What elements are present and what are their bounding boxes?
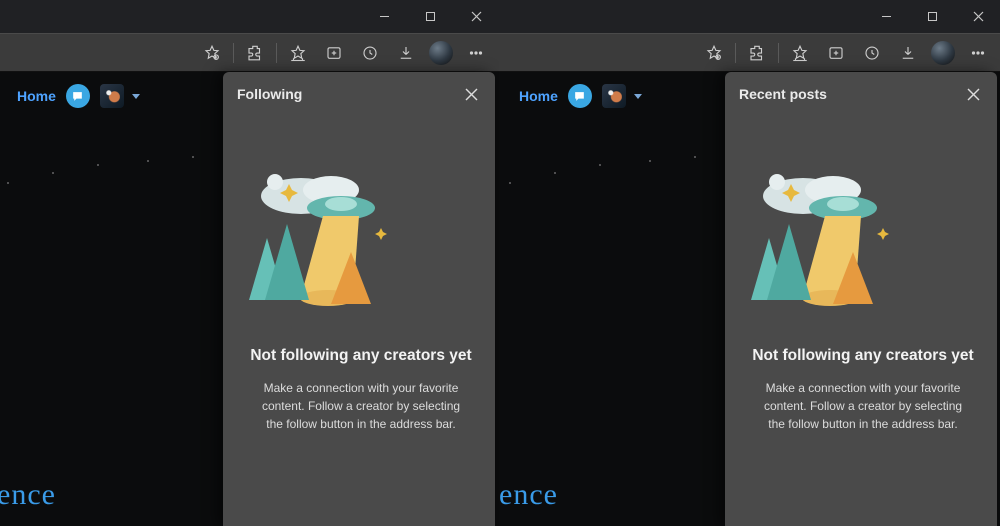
profile-avatar[interactable] — [429, 41, 453, 65]
empty-state-illustration — [733, 168, 903, 318]
browser-window: Home ence Recent posts — [499, 0, 1000, 526]
close-window-button[interactable] — [453, 0, 499, 33]
page-nav: Home — [519, 84, 642, 108]
page-content: Home ence Recent posts — [499, 72, 1000, 526]
panel-close-button[interactable] — [963, 84, 983, 104]
empty-state-title: Not following any creators yet — [751, 347, 975, 365]
empty-state-body: Make a connection with your favorite con… — [253, 379, 469, 433]
maximize-button[interactable] — [407, 0, 453, 33]
home-link[interactable]: Home — [519, 88, 558, 104]
window-titlebar — [499, 0, 1000, 33]
panel-body: Not following any creators yet Make a co… — [231, 116, 491, 526]
panel-title: Recent posts — [739, 86, 827, 102]
panel-close-button[interactable] — [461, 84, 481, 104]
browser-toolbar — [0, 33, 499, 72]
browser-toolbar — [499, 33, 1000, 72]
more-icon[interactable] — [459, 37, 493, 69]
toolbar-separator — [735, 43, 736, 63]
user-avatar[interactable] — [602, 84, 626, 108]
favorites-icon[interactable] — [783, 37, 817, 69]
window-titlebar — [0, 0, 499, 33]
collections-icon[interactable] — [317, 37, 351, 69]
sidebar-panel: Recent posts — [725, 72, 997, 526]
extensions-icon[interactable] — [740, 37, 774, 69]
background-decoration — [499, 152, 719, 212]
history-icon[interactable] — [353, 37, 387, 69]
downloads-icon[interactable] — [891, 37, 925, 69]
empty-state-body: Make a connection with your favorite con… — [755, 379, 971, 433]
empty-state-illustration — [231, 168, 401, 318]
panel-body: Not following any creators yet Make a co… — [733, 116, 993, 526]
sidebar-panel: Following — [223, 72, 495, 526]
chevron-down-icon[interactable] — [132, 94, 140, 99]
chat-icon[interactable] — [66, 84, 90, 108]
collections-icon[interactable] — [819, 37, 853, 69]
more-icon[interactable] — [961, 37, 995, 69]
page-nav: Home — [17, 84, 140, 108]
toolbar-separator — [233, 43, 234, 63]
panel-header: Following — [223, 72, 495, 116]
user-avatar[interactable] — [100, 84, 124, 108]
page-title-fragment: ence — [499, 478, 558, 512]
chat-icon[interactable] — [568, 84, 592, 108]
background-decoration — [0, 152, 217, 212]
minimize-button[interactable] — [863, 0, 909, 33]
downloads-icon[interactable] — [389, 37, 423, 69]
profile-avatar[interactable] — [931, 41, 955, 65]
minimize-button[interactable] — [361, 0, 407, 33]
page-title-fragment: ence — [0, 478, 56, 512]
empty-state-title: Not following any creators yet — [249, 347, 473, 365]
toolbar-separator — [276, 43, 277, 63]
extensions-icon[interactable] — [238, 37, 272, 69]
favorite-star-icon[interactable] — [697, 37, 731, 69]
chevron-down-icon[interactable] — [634, 94, 642, 99]
favorite-star-icon[interactable] — [195, 37, 229, 69]
favorites-icon[interactable] — [281, 37, 315, 69]
page-content: Home ence Following — [0, 72, 499, 526]
toolbar-separator — [778, 43, 779, 63]
panel-title: Following — [237, 86, 302, 102]
home-link[interactable]: Home — [17, 88, 56, 104]
maximize-button[interactable] — [909, 0, 955, 33]
close-window-button[interactable] — [955, 0, 1000, 33]
panel-header: Recent posts — [725, 72, 997, 116]
history-icon[interactable] — [855, 37, 889, 69]
browser-window: Home ence Following — [0, 0, 499, 526]
